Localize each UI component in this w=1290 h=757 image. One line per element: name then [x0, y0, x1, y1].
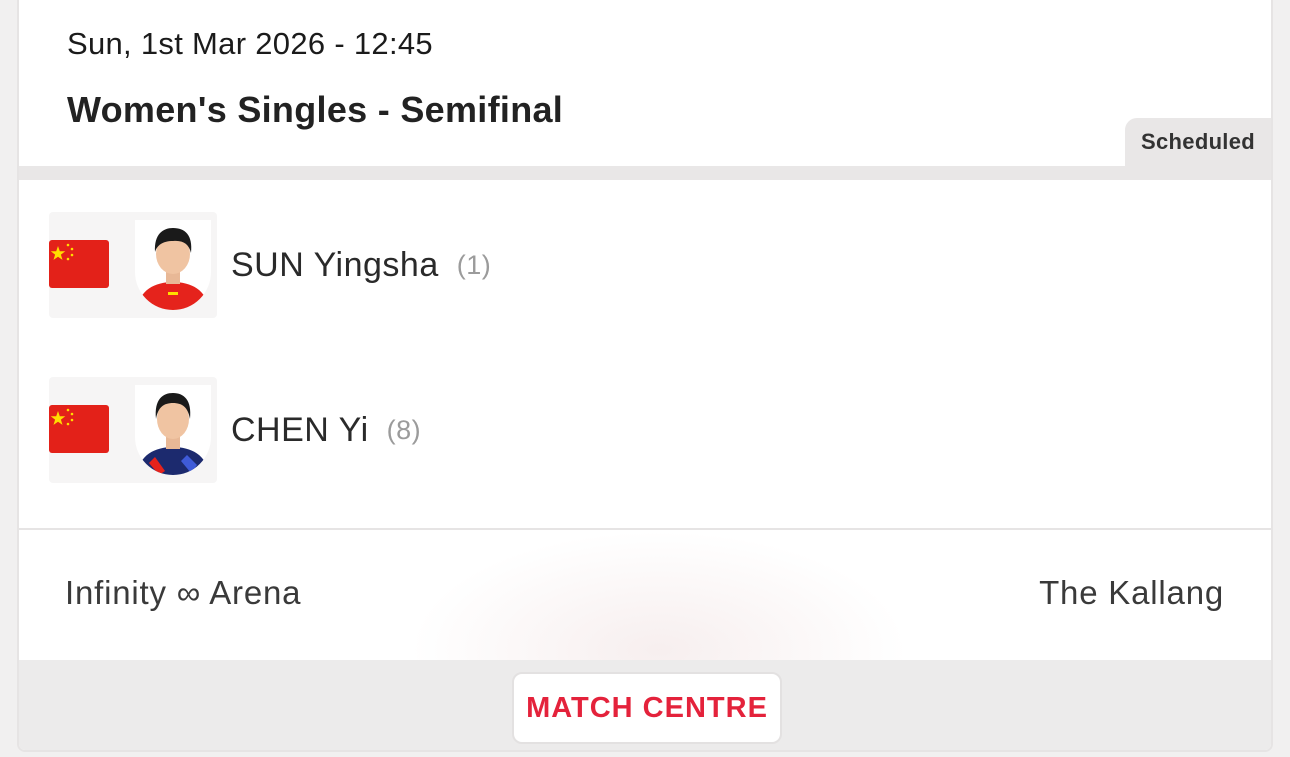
- venue-location: The Kallang: [1039, 574, 1224, 611]
- match-card: Sun, 1st Mar 2026 - 12:45 Women's Single…: [17, 0, 1273, 752]
- player-identity: [49, 212, 217, 318]
- card-footer: MATCH CENTRE: [19, 660, 1271, 750]
- player-row[interactable]: SUN Yingsha (1): [49, 212, 491, 318]
- player-seed: (1): [456, 249, 492, 280]
- player-name: CHEN Yi: [231, 410, 369, 449]
- player-identity: [49, 377, 217, 483]
- china-flag-icon: [49, 240, 109, 288]
- player-avatar-icon: [135, 220, 211, 310]
- event-title: Women's Singles - Semifinal: [67, 89, 564, 130]
- player-name: SUN Yingsha: [231, 245, 439, 284]
- venue-arena: Infinity ∞ Arena: [65, 574, 302, 611]
- match-centre-button[interactable]: MATCH CENTRE: [512, 672, 782, 744]
- venue-row: Infinity ∞ Arena The Kallang: [19, 530, 1271, 750]
- header-divider: [19, 166, 1271, 180]
- player-row[interactable]: CHEN Yi (8): [49, 377, 421, 483]
- match-header: Sun, 1st Mar 2026 - 12:45 Women's Single…: [19, 0, 1271, 166]
- player-avatar-icon: [135, 385, 211, 475]
- match-datetime: Sun, 1st Mar 2026 - 12:45: [67, 26, 433, 61]
- status-badge: Scheduled: [1125, 118, 1271, 166]
- players-list: SUN Yingsha (1) CHEN Yi (8): [19, 180, 1271, 528]
- player-seed: (8): [386, 414, 422, 445]
- china-flag-icon: [49, 405, 109, 453]
